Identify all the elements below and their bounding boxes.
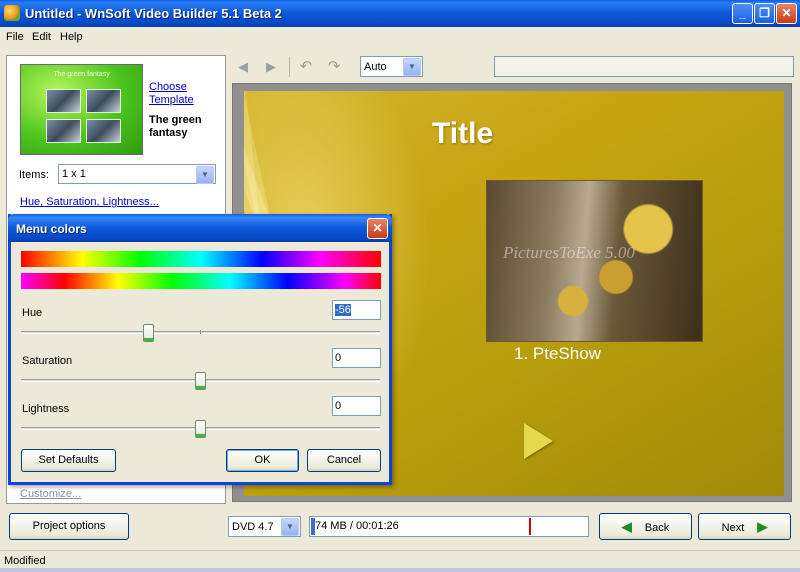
preview-caption[interactable]: 1. PteShow xyxy=(514,344,601,364)
ok-button[interactable]: OK xyxy=(226,449,299,472)
play-icon[interactable] xyxy=(524,423,553,459)
toolbar-text-field[interactable] xyxy=(494,56,794,77)
zoom-mode-select[interactable]: Auto ▼ xyxy=(360,56,423,77)
lightness-label: Lightness xyxy=(22,403,70,415)
disc-limit-marker xyxy=(529,518,531,535)
template-thumbnail-title: The green fantasy xyxy=(53,71,110,78)
template-name: The green fantasy xyxy=(149,114,202,139)
status-bar-edge xyxy=(0,568,800,572)
status-text: Modified xyxy=(4,555,46,567)
lightness-slider-thumb[interactable] xyxy=(195,420,206,438)
items-select[interactable]: 1 x 1 ▼ xyxy=(58,164,216,184)
hue-slider-thumb[interactable] xyxy=(143,324,154,342)
zoom-mode-value: Auto xyxy=(364,61,387,73)
template-cell xyxy=(86,89,121,113)
saturation-label: Saturation xyxy=(22,355,73,367)
minimize-button[interactable]: _ xyxy=(732,3,753,24)
app-icon[interactable] xyxy=(4,5,20,21)
template-cell xyxy=(46,89,81,113)
disc-usage-text: 74 MB / 00:01:26 xyxy=(315,520,399,532)
menu-bar xyxy=(0,27,800,47)
hue-label: Hue xyxy=(22,307,43,319)
template-thumbnail[interactable]: The green fantasy xyxy=(20,64,143,155)
hue-input[interactable]: -56 xyxy=(332,300,381,320)
items-select-value: 1 x 1 xyxy=(62,168,86,180)
shifted-hue-spectrum xyxy=(21,273,381,289)
undo-icon[interactable]: ↶ xyxy=(298,59,314,75)
next-button[interactable]: Next ▶ xyxy=(698,513,791,540)
disc-type-select[interactable]: DVD 4.7 ▼ xyxy=(228,516,301,537)
preview-title[interactable]: Title xyxy=(432,117,493,151)
back-button[interactable]: ◀ Back xyxy=(599,513,692,540)
chevron-down-icon[interactable]: ▼ xyxy=(281,518,299,536)
restore-button[interactable]: ❐ xyxy=(754,3,775,24)
menu-edit[interactable]: Edit xyxy=(32,31,51,43)
lightness-input[interactable]: 0 xyxy=(332,396,381,416)
cancel-button[interactable]: Cancel xyxy=(307,449,381,472)
dialog-title: Menu colors xyxy=(16,222,87,236)
template-cell xyxy=(86,119,121,143)
arrow-left-icon: ◀ xyxy=(621,519,632,534)
saturation-slider-thumb[interactable] xyxy=(195,372,206,390)
project-options-button[interactable]: Project options xyxy=(9,513,129,540)
choose-template-link[interactable]: Choose Template xyxy=(149,81,209,107)
photo-watermark: PicturesToExe 5.00 xyxy=(503,243,635,262)
set-defaults-button[interactable]: Set Defaults xyxy=(21,449,116,472)
items-label: Items: xyxy=(19,169,49,181)
window-title: Untitled - WnSoft Video Builder 5.1 Beta… xyxy=(25,6,282,21)
hue-saturation-lightness-link[interactable]: Hue, Saturation, Lightness... xyxy=(20,196,159,208)
next-icon[interactable]: ▶ xyxy=(263,59,279,75)
menu-help[interactable]: Help xyxy=(60,31,83,43)
preview-photo[interactable]: PicturesToExe 5.00 xyxy=(486,180,703,342)
original-hue-spectrum xyxy=(21,251,381,267)
saturation-input[interactable]: 0 xyxy=(332,348,381,368)
template-cell xyxy=(46,119,81,143)
toolbar-separator xyxy=(289,57,290,77)
disc-type-value: DVD 4.7 xyxy=(232,521,274,533)
hue-input-value: -56 xyxy=(335,304,351,316)
chevron-down-icon[interactable]: ▼ xyxy=(403,58,421,76)
prev-icon[interactable]: ◀ xyxy=(235,59,251,75)
back-label: Back xyxy=(644,522,670,534)
slider-center-tick xyxy=(200,330,201,334)
redo-icon[interactable]: ↷ xyxy=(326,59,342,75)
menu-file[interactable]: File xyxy=(6,31,24,43)
next-label: Next xyxy=(721,522,745,534)
disc-usage-bar: 74 MB / 00:01:26 xyxy=(309,516,589,537)
close-button[interactable]: ✕ xyxy=(776,3,797,24)
customize-link[interactable]: Customize... xyxy=(20,488,81,500)
arrow-right-icon: ▶ xyxy=(757,519,768,534)
chevron-down-icon[interactable]: ▼ xyxy=(196,166,214,184)
dialog-close-button[interactable]: ✕ xyxy=(367,218,388,239)
